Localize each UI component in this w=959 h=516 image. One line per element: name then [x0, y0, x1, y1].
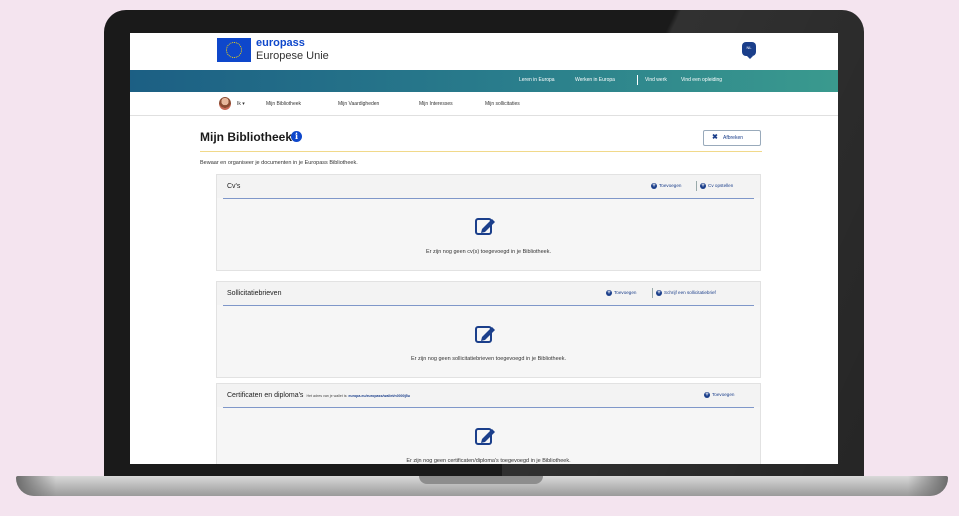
wallet-address-link[interactable]: europa.eu/europass/wallet/n0000j5u [348, 394, 410, 398]
laptop-base-shade-left [16, 476, 56, 496]
cancel-button-label: Afbreken [723, 135, 744, 141]
intro-text: Bewaar en organiseer je documenten in je… [200, 160, 358, 166]
section-title: Sollicitatiebrieven [227, 290, 282, 297]
action-divider [696, 181, 697, 191]
nav-my-library[interactable]: Mijn Bibliotheek [266, 101, 301, 107]
section-header: Certificaten en diploma's Het adres van j… [217, 384, 760, 407]
nav-find-course[interactable]: Vind een opleiding [681, 77, 722, 83]
section-divider [223, 198, 754, 199]
section-title: Certificaten en diploma's Het adres van j… [227, 392, 410, 399]
action-divider [652, 288, 653, 298]
write-letter-button[interactable]: + Schrijf een sollicitatiebrief [656, 290, 716, 296]
nav-work-in-europe[interactable]: Werken in Europa [575, 77, 615, 83]
section-header: Sollicitatiebrieven + Toevoegen + Schrijf … [217, 282, 760, 305]
add-cv-button[interactable]: + Toevoegen [651, 183, 681, 189]
plus-circle-icon: + [651, 183, 657, 189]
section-title: Cv's [227, 183, 241, 190]
write-letter-label: Schrijf een sollicitatiebrief [664, 290, 716, 296]
section-divider [223, 305, 754, 306]
plus-circle-icon: + [656, 290, 662, 296]
empty-state-text: Er zijn nog geen sollicitatiebrieven toe… [410, 356, 566, 362]
info-icon[interactable]: i [291, 131, 302, 142]
laptop-notch [419, 476, 543, 484]
plus-circle-icon: + [700, 183, 706, 189]
title-divider [200, 151, 762, 152]
nav-find-job[interactable]: Vind werk [645, 77, 667, 83]
section-cover-letters: Sollicitatiebrieven + Toevoegen + Schrijf … [216, 281, 761, 378]
section-header: Cv's + Toevoegen + Cv opstellen [217, 175, 760, 198]
nav-my-skills[interactable]: Mijn Vaardigheden [338, 101, 379, 107]
section-certificates: Certificaten en diploma's Het adres van j… [216, 383, 761, 464]
edit-icon [475, 326, 495, 343]
avatar[interactable] [219, 97, 231, 110]
add-certificate-label: Toevoegen [712, 392, 735, 398]
top-navigation: Leren in Europa Werken in Europa Vind we… [130, 70, 838, 92]
wallet-address-prefix: Het adres van je wallet is: [306, 394, 348, 398]
section-cvs: Cv's + Toevoegen + Cv opstellen Er zijn no… [216, 174, 761, 271]
site-header: europass Europese Unie NL [130, 33, 838, 70]
section-title-text: Certificaten en diploma's [227, 392, 304, 399]
page-title: Mijn Bibliotheek [200, 130, 293, 144]
create-cv-label: Cv opstellen [708, 183, 734, 189]
nav-my-applications[interactable]: Mijn sollicitaties [485, 101, 520, 107]
nav-learn-in-europe[interactable]: Leren in Europa [519, 77, 555, 83]
brand-subtitle: Europese Unie [256, 50, 329, 62]
add-certificate-button[interactable]: + Toevoegen [704, 392, 734, 398]
language-code: NL [746, 45, 752, 50]
laptop-base-shade-right [908, 476, 948, 496]
nav-my-interests[interactable]: Mijn Interesses [419, 101, 453, 107]
edit-icon [475, 428, 495, 445]
plus-circle-icon: + [704, 392, 710, 398]
user-menu-label: Ik [237, 101, 241, 107]
close-icon: ✖ [712, 134, 718, 141]
edit-icon [475, 218, 495, 235]
chevron-down-icon: ▾ [242, 101, 245, 107]
eu-flag-logo[interactable] [217, 38, 251, 62]
language-selector[interactable]: NL [742, 42, 756, 59]
add-cv-label: Toevoegen [659, 183, 682, 189]
create-cv-button[interactable]: + Cv opstellen [700, 183, 733, 189]
add-letter-button[interactable]: + Toevoegen [606, 290, 636, 296]
section-divider [223, 407, 754, 408]
main-navigation: Ik ▾ Mijn Bibliotheek Mijn Vaardigheden … [130, 92, 838, 116]
user-menu[interactable]: Ik ▾ [237, 101, 245, 107]
wallet-address: Het adres van je wallet is: europa.eu/eu… [306, 394, 409, 398]
empty-state-text: Er zijn nog geen certificaten/diploma's … [406, 458, 571, 464]
nav-divider [637, 75, 638, 85]
eu-stars-icon [226, 42, 242, 58]
cancel-button[interactable]: ✖ Afbreken [703, 130, 761, 146]
screen: europass Europese Unie NL Leren in Europ… [130, 33, 838, 464]
add-letter-label: Toevoegen [614, 290, 637, 296]
plus-circle-icon: + [606, 290, 612, 296]
brand-name[interactable]: europass [256, 37, 305, 49]
empty-state-text: Er zijn nog geen cv(s) toegevoegd in je … [425, 249, 552, 255]
